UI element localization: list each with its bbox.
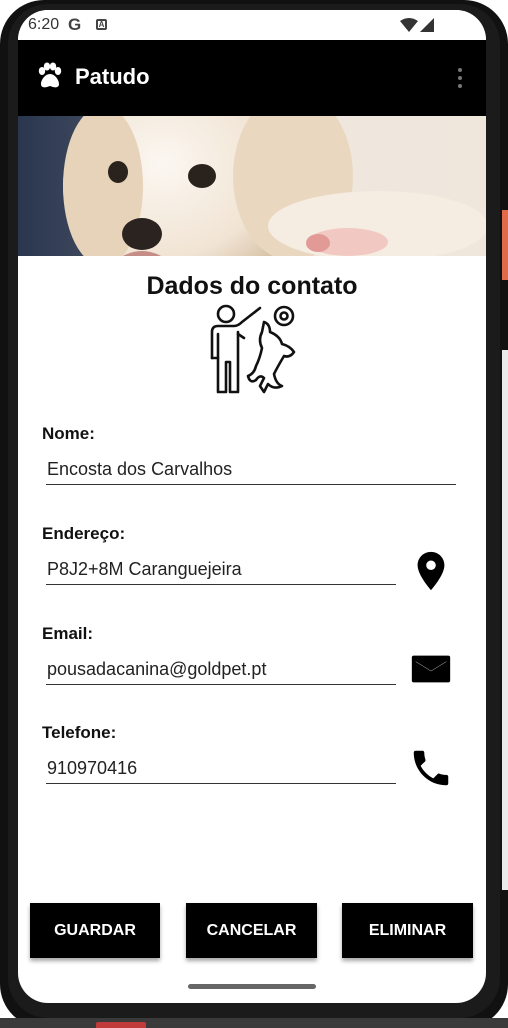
endereco-input[interactable]: [46, 555, 396, 585]
hero-puppy-image: [18, 116, 486, 256]
phone-screen: 6:20 G A Patudo Dados do contato Nome: E…: [18, 10, 486, 1003]
nome-input[interactable]: [46, 455, 456, 485]
cancelar-button[interactable]: CANCELAR: [186, 903, 317, 958]
home-indicator[interactable]: [188, 984, 316, 989]
wifi-icon: [400, 18, 418, 32]
status-bar: 6:20 G A: [18, 10, 486, 40]
eliminar-button[interactable]: ELIMINAR: [342, 903, 473, 958]
signal-icon: [420, 18, 434, 32]
app-title: Patudo: [75, 64, 150, 89]
background-window-strip-2: [502, 350, 508, 890]
notification-icon: A: [96, 19, 107, 30]
telefone-label: Telefone:: [42, 723, 117, 742]
form-title: Dados do contato: [146, 272, 358, 300]
phone-icon[interactable]: [408, 745, 454, 791]
endereco-label: Endereço:: [42, 524, 126, 543]
more-vert-icon[interactable]: [450, 66, 470, 92]
background-window-strip: [502, 210, 508, 280]
google-icon: G: [68, 15, 82, 34]
taskbar-tab: [96, 1022, 146, 1028]
email-input[interactable]: [46, 655, 396, 685]
guardar-button[interactable]: GUARDAR: [30, 903, 160, 958]
taskbar: [0, 1018, 508, 1028]
telefone-input[interactable]: [46, 754, 396, 784]
email-label: Email:: [42, 624, 94, 643]
status-time: 6:20: [28, 16, 60, 33]
app-bar: Patudo: [18, 40, 486, 116]
puppy-photo: [18, 116, 486, 256]
nome-label: Nome:: [42, 424, 95, 443]
mail-icon[interactable]: [408, 646, 454, 692]
location-pin-icon[interactable]: [408, 548, 454, 594]
paw-icon: [38, 62, 62, 88]
person-with-dog-icon: [210, 304, 296, 394]
